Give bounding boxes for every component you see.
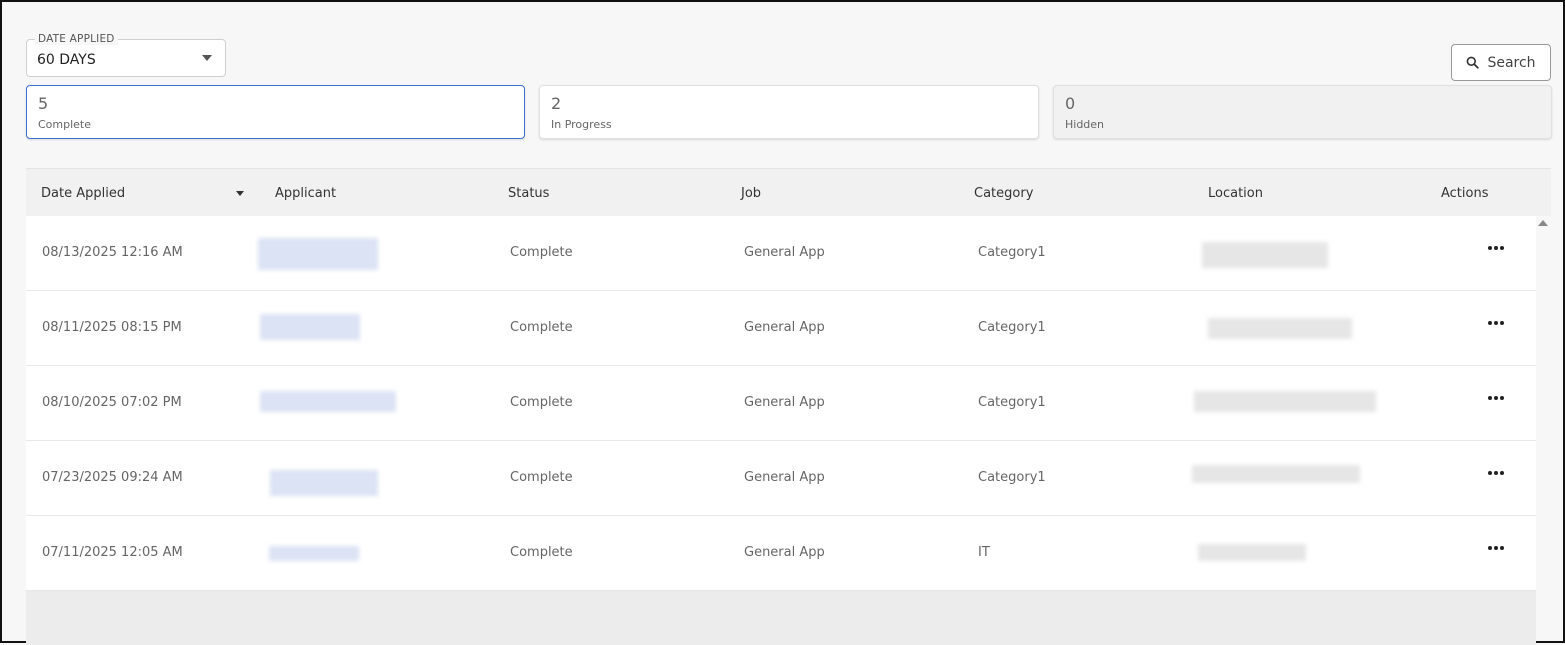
caret-down-icon[interactable] [236, 191, 244, 196]
table-header: Date Applied Applicant Status Job Catego… [26, 168, 1551, 216]
cell-date-applied: 07/11/2025 12:05 AM [42, 545, 183, 560]
location-redacted [1202, 242, 1328, 268]
applicant-name-redacted[interactable] [269, 546, 359, 561]
location-redacted [1192, 465, 1360, 483]
cell-job: General App [744, 545, 825, 560]
scroll-up-arrow-icon[interactable] [1538, 220, 1548, 226]
column-header-date-applied[interactable]: Date Applied [41, 186, 125, 201]
summary-count: 5 [38, 94, 49, 113]
cell-job: General App [744, 470, 825, 485]
cell-status: Complete [510, 245, 573, 260]
cell-category: Category1 [978, 245, 1046, 260]
location-redacted [1198, 544, 1306, 561]
cell-status: Complete [510, 320, 573, 335]
table-row[interactable]: 08/13/2025 12:16 AM Complete General App… [26, 216, 1536, 291]
column-header-actions: Actions [1441, 186, 1489, 201]
more-horizontal-icon[interactable] [1485, 468, 1507, 478]
cell-job: General App [744, 395, 825, 410]
summary-card-hidden[interactable]: 0 Hidden [1053, 85, 1552, 139]
applicant-name-redacted[interactable] [270, 470, 378, 496]
cell-date-applied: 08/13/2025 12:16 AM [42, 245, 183, 260]
location-redacted [1194, 391, 1376, 412]
summary-card-in-progress[interactable]: 2 In Progress [539, 85, 1039, 139]
summary-count: 2 [551, 94, 562, 113]
search-button-label: Search [1487, 54, 1536, 71]
cell-date-applied: 08/10/2025 07:02 PM [42, 395, 182, 410]
table-row[interactable]: 07/23/2025 09:24 AM Complete General App… [26, 441, 1536, 516]
summary-label: In Progress [551, 118, 612, 131]
applicant-name-redacted[interactable] [260, 391, 396, 412]
cell-date-applied: 07/23/2025 09:24 AM [42, 470, 183, 485]
cell-status: Complete [510, 395, 573, 410]
column-header-location[interactable]: Location [1208, 186, 1263, 201]
cell-status: Complete [510, 545, 573, 560]
cell-status: Complete [510, 470, 573, 485]
more-horizontal-icon[interactable] [1485, 543, 1507, 553]
applications-table: Date Applied Applicant Status Job Catego… [26, 168, 1551, 645]
column-header-status[interactable]: Status [508, 186, 549, 201]
table-row[interactable]: 08/11/2025 08:15 PM Complete General App… [26, 291, 1536, 366]
column-header-category[interactable]: Category [974, 186, 1033, 201]
date-applied-select-value: 60 DAYS [37, 52, 96, 68]
applicant-name-redacted[interactable] [258, 238, 378, 270]
date-applied-select-label: DATE APPLIED [35, 33, 118, 45]
column-header-job[interactable]: Job [741, 186, 761, 201]
table-row[interactable]: 08/10/2025 07:02 PM Complete General App… [26, 366, 1536, 441]
cell-category: Category1 [978, 470, 1046, 485]
location-redacted [1208, 318, 1352, 339]
chevron-down-icon [202, 55, 212, 61]
search-button[interactable]: Search [1451, 44, 1551, 81]
summary-label: Hidden [1065, 118, 1105, 131]
cell-category: Category1 [978, 320, 1046, 335]
cell-category: Category1 [978, 395, 1046, 410]
more-horizontal-icon[interactable] [1485, 318, 1507, 328]
table-footer [26, 591, 1536, 645]
cell-job: General App [744, 245, 825, 260]
column-header-applicant[interactable]: Applicant [275, 186, 336, 201]
summary-card-complete[interactable]: 5 Complete [26, 85, 525, 139]
cell-date-applied: 08/11/2025 08:15 PM [42, 320, 182, 335]
cell-category: IT [978, 545, 990, 560]
date-applied-select[interactable]: DATE APPLIED 60 DAYS [26, 33, 226, 77]
table-row[interactable]: 07/11/2025 12:05 AM Complete General App… [26, 516, 1536, 591]
cell-job: General App [744, 320, 825, 335]
summary-count: 0 [1065, 94, 1076, 113]
more-horizontal-icon[interactable] [1485, 393, 1507, 403]
summary-label: Complete [38, 118, 92, 131]
search-icon [1467, 56, 1480, 69]
applicant-name-redacted[interactable] [260, 314, 360, 340]
more-horizontal-icon[interactable] [1485, 243, 1507, 253]
